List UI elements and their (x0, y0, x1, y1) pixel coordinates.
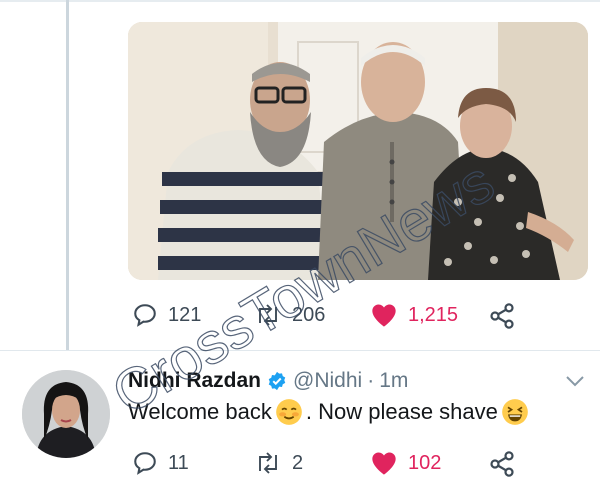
header-separator: · (367, 369, 375, 392)
chevron-down-icon[interactable] (564, 374, 586, 388)
reply-icon (134, 452, 156, 475)
reply-retweet-count: 2 (292, 452, 304, 474)
share-icon (490, 451, 514, 477)
tweet-photo[interactable] (128, 22, 588, 280)
reply-share-button[interactable] (488, 450, 526, 478)
retweet-button[interactable]: 206 (254, 302, 325, 328)
top-edge (0, 0, 600, 2)
verified-badge-icon (268, 371, 286, 391)
avatar[interactable] (22, 370, 110, 458)
retweet-icon (259, 304, 277, 326)
reply-author-handle[interactable]: @Nidhi (293, 369, 362, 393)
tweet-divider (0, 350, 600, 351)
reply-icon (134, 304, 156, 327)
reply-like-count: 102 (408, 452, 442, 474)
reply-header: Nidhi Razdan @Nidhi · 1m (128, 368, 408, 394)
share-button[interactable] (488, 302, 526, 330)
reply-like-button[interactable]: 102 (370, 450, 441, 476)
heart-icon (372, 304, 396, 327)
reply-reply-button[interactable]: 11 (132, 450, 189, 476)
retweet-count: 206 (292, 304, 326, 326)
photo-illustration (128, 22, 588, 280)
heart-icon (372, 452, 396, 475)
blushing-face-emoji-icon (276, 399, 302, 425)
like-count: 1,215 (408, 304, 459, 326)
reply-count: 121 (168, 304, 202, 326)
reply-timestamp[interactable]: 1m (379, 369, 408, 393)
reply-text: Welcome back . Now please shave (128, 398, 532, 426)
reply-button[interactable]: 121 (132, 302, 201, 328)
thread-line (66, 0, 69, 350)
avatar-image (22, 370, 110, 458)
like-button[interactable]: 1,215 (370, 302, 458, 328)
laughing-face-emoji-icon (502, 399, 528, 425)
reply-retweet-button[interactable]: 2 (254, 450, 303, 476)
reply-author-name[interactable]: Nidhi Razdan (128, 369, 261, 393)
retweet-icon (259, 452, 277, 474)
reply-text-part1: Welcome back (128, 399, 272, 424)
reply-text-part2: . Now please shave (305, 399, 498, 424)
share-icon (490, 303, 514, 329)
reply-reply-count: 11 (168, 452, 189, 474)
